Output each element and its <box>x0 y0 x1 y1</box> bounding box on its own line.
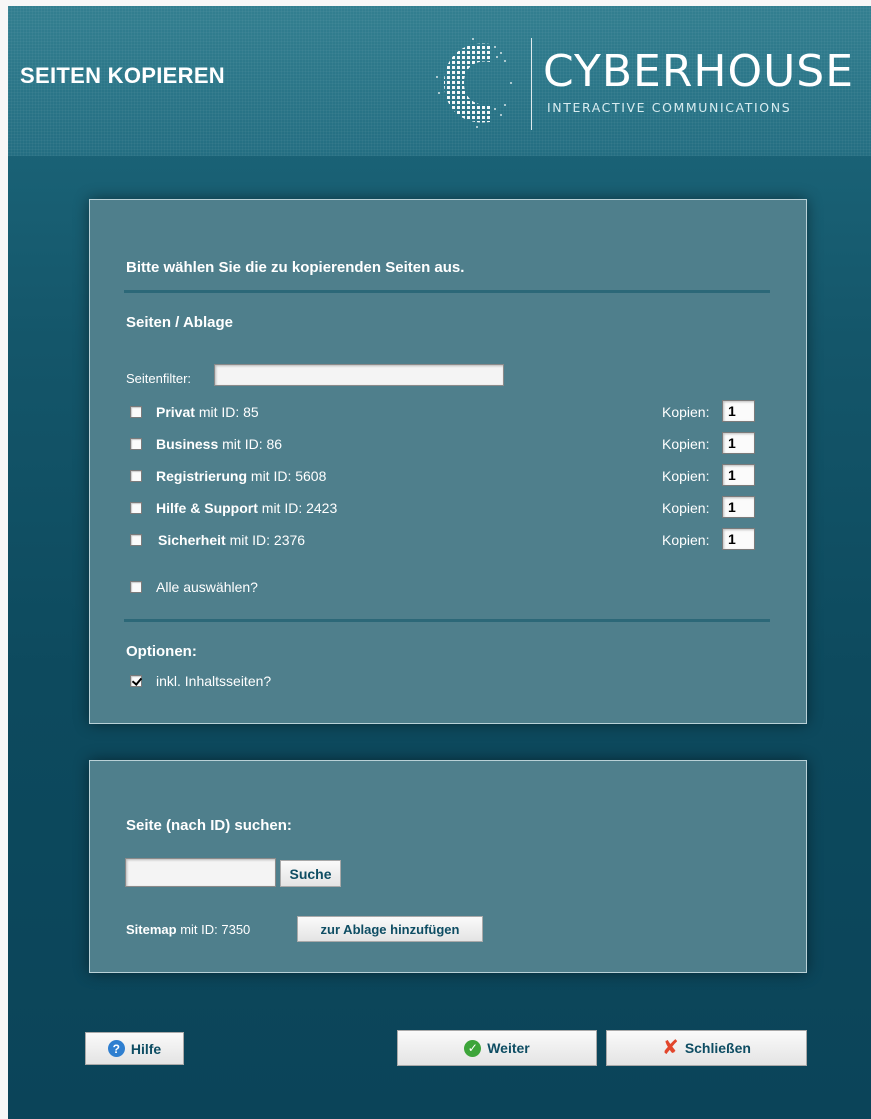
page-checkbox-registrierung[interactable] <box>130 470 142 482</box>
page-checkbox-privat[interactable] <box>130 406 142 418</box>
page-id: mit ID: 85 <box>198 404 259 420</box>
logo-tagline: INTERACTIVE COMMUNICATIONS <box>547 100 792 115</box>
help-icon: ? <box>107 1040 125 1057</box>
page-title: SEITEN KOPIEREN <box>20 63 225 88</box>
page-checkbox-sicherheit[interactable] <box>130 534 142 546</box>
logo-divider <box>531 38 532 130</box>
section-title: Seiten / Ablage <box>126 314 233 331</box>
search-result-label: Sitemap mit ID: 7350 <box>126 922 250 937</box>
help-button[interactable]: ? Hilfe <box>85 1032 184 1065</box>
copies-input-privat[interactable]: 1 <box>722 400 755 422</box>
copies-label: Kopien: <box>662 468 710 484</box>
close-icon: ✘ <box>662 1037 679 1059</box>
copies-input-sicherheit[interactable]: 1 <box>722 528 755 550</box>
logo-c-icon <box>436 38 512 128</box>
divider <box>124 290 770 293</box>
cyberhouse-logo: CYBERHOUSE INTERACTIVE COMMUNICATIONS <box>428 36 868 131</box>
copies-label: Kopien: <box>662 404 710 420</box>
page-name: Registrierung <box>156 468 248 484</box>
header-banner: SEITEN KOPIEREN CYBERHOUSE INTERACTIVE C… <box>8 6 871 156</box>
options-title: Optionen: <box>126 643 197 660</box>
instruction-text: Bitte wählen Sie die zu kopierenden Seit… <box>126 259 465 276</box>
select-all-checkbox[interactable] <box>130 581 142 593</box>
select-all-label: Alle auswählen? <box>156 579 258 595</box>
page-id-search-input[interactable] <box>125 858 276 887</box>
dialog-window: SEITEN KOPIEREN CYBERHOUSE INTERACTIVE C… <box>8 6 871 1119</box>
logo-name: CYBERHOUSE <box>543 46 855 97</box>
page-id: mit ID: 2376 <box>229 532 306 548</box>
copies-input-registrierung[interactable]: 1 <box>722 464 755 486</box>
include-content-label: inkl. Inhaltsseiten? <box>156 673 272 689</box>
result-id: mit ID: 7350 <box>180 922 251 937</box>
copy-pages-panel: Bitte wählen Sie die zu kopierenden Seit… <box>89 199 807 724</box>
page-row-label: Privat mit ID: 85 <box>156 404 259 420</box>
add-to-storage-button[interactable]: zur Ablage hinzufügen <box>297 916 483 942</box>
copies-label: Kopien: <box>662 436 710 452</box>
copies-input-business[interactable]: 1 <box>722 432 755 454</box>
copies-label: Kopien: <box>662 500 710 516</box>
page-row-label: Sicherheit mit ID: 2376 <box>158 532 305 548</box>
search-button[interactable]: Suche <box>280 860 341 887</box>
next-button[interactable]: ✓ Weiter <box>397 1030 597 1066</box>
help-button-label: Hilfe <box>130 1040 162 1057</box>
filter-label: Seitenfilter: <box>126 371 192 386</box>
page-name: Business <box>156 436 219 452</box>
page-filter-input[interactable] <box>214 364 504 386</box>
next-button-label: Weiter <box>487 1040 530 1056</box>
search-page-panel: Seite (nach ID) suchen: Suche Sitemap mi… <box>89 760 807 973</box>
divider <box>124 619 770 622</box>
result-name: Sitemap <box>126 922 177 937</box>
include-content-checkbox[interactable] <box>130 675 142 687</box>
page-name: Hilfe & Support <box>156 500 258 516</box>
page-id: mit ID: 2423 <box>261 500 338 516</box>
close-button-label: Schließen <box>684 1040 751 1056</box>
page-checkbox-business[interactable] <box>130 438 142 450</box>
search-title: Seite (nach ID) suchen: <box>126 817 292 834</box>
page-id: mit ID: 5608 <box>250 468 327 484</box>
page-id: mit ID: 86 <box>222 436 283 452</box>
close-button[interactable]: ✘ Schließen <box>606 1030 807 1066</box>
page-name: Privat <box>156 404 195 420</box>
page-name: Sicherheit <box>158 532 226 548</box>
page-row-label: Business mit ID: 86 <box>156 436 282 452</box>
checkmark-icon: ✓ <box>464 1039 482 1057</box>
page-checkbox-hilfe-support[interactable] <box>130 502 142 514</box>
page-row-label: Hilfe & Support mit ID: 2423 <box>156 500 337 516</box>
copies-label: Kopien: <box>662 532 710 548</box>
page-row-label: Registrierung mit ID: 5608 <box>156 468 326 484</box>
copies-input-hilfe-support[interactable]: 1 <box>722 496 755 518</box>
